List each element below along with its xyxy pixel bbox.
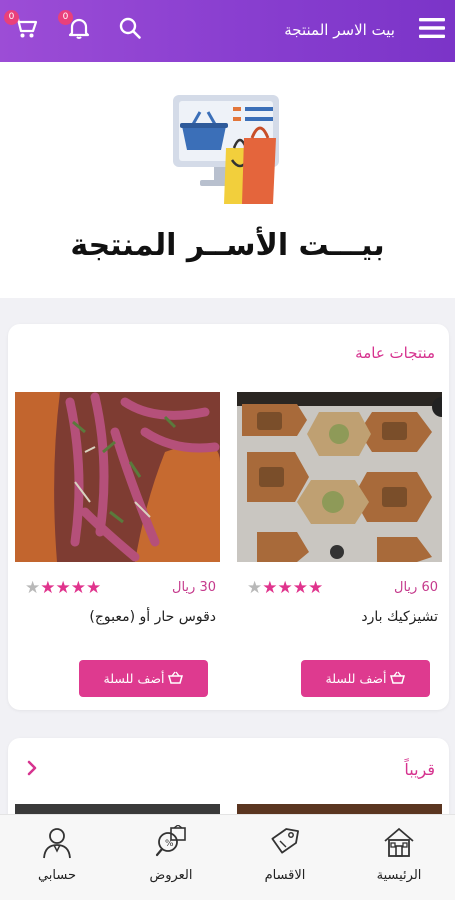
star-icon: ★ xyxy=(277,578,293,598)
star-icon: ★ xyxy=(262,578,278,598)
home-icon xyxy=(382,827,416,863)
add-to-cart-button[interactable]: أضف للسلة xyxy=(79,660,208,697)
product-price: 60 ريال xyxy=(394,580,438,595)
star-icon: ★ xyxy=(55,578,71,598)
product-price: 30 ريال xyxy=(172,580,216,595)
nav-label: الاقسام xyxy=(264,868,306,883)
product-name[interactable]: تشيزكيك بارد xyxy=(361,609,438,625)
search-icon xyxy=(118,16,142,44)
user-icon xyxy=(40,828,74,863)
product-rating: ★★★★★ xyxy=(247,578,323,598)
cart-count-badge: 0 xyxy=(4,10,19,25)
bottom-navigation: الرئيسية الاقسام % العروض حسابي xyxy=(0,814,455,900)
product-name[interactable]: دقوس حار أو (معبوج) xyxy=(89,609,216,625)
svg-text:%: % xyxy=(165,839,174,849)
nav-categories[interactable]: الاقسام xyxy=(240,825,330,883)
star-icon: ★ xyxy=(25,578,41,598)
tag-icon xyxy=(268,828,302,863)
nav-home[interactable]: الرئيسية xyxy=(354,825,444,883)
star-icon: ★ xyxy=(70,578,86,598)
product-image-cheesecake[interactable] xyxy=(237,392,442,562)
nav-label: العروض xyxy=(149,868,193,883)
basket-icon xyxy=(390,671,406,687)
star-icon: ★ xyxy=(247,578,263,598)
top-app-bar: 0 0 بيت الاسر المنتجة xyxy=(0,0,455,62)
search-button[interactable] xyxy=(113,13,147,47)
nav-label: الرئيسية xyxy=(376,868,422,883)
offers-icon: % xyxy=(154,824,188,863)
section-title: قريباً xyxy=(404,760,435,779)
general-products-section: منتجات عامة 60 ريال ★★★★★ تشيزكيك بارد أ… xyxy=(8,324,449,710)
hamburger-menu-icon xyxy=(418,16,446,44)
chevron-right-icon[interactable] xyxy=(26,760,38,780)
star-icon: ★ xyxy=(86,578,102,598)
add-to-cart-button[interactable]: أضف للسلة xyxy=(301,660,430,697)
hero-title: بيـــت الأســر المنتجة xyxy=(70,228,385,263)
star-icon: ★ xyxy=(40,578,56,598)
store-logo-icon xyxy=(170,92,285,210)
nav-label: حسابي xyxy=(37,868,77,883)
section-title: منتجات عامة xyxy=(355,344,435,362)
hero-banner: بيـــت الأســر المنتجة xyxy=(0,62,455,298)
add-to-cart-label: أضف للسلة xyxy=(325,671,387,686)
cart-button[interactable]: 0 xyxy=(4,10,42,47)
star-icon: ★ xyxy=(308,578,324,598)
app-title: بيت الاسر المنتجة xyxy=(284,21,395,39)
product-card[interactable]: 30 ريال ★★★★★ دقوس حار أو (معبوج) أضف لل… xyxy=(15,392,220,697)
notification-count-badge: 0 xyxy=(58,10,73,25)
add-to-cart-label: أضف للسلة xyxy=(103,671,165,686)
nav-offers[interactable]: % العروض xyxy=(126,824,216,883)
menu-button[interactable] xyxy=(415,13,449,47)
basket-icon xyxy=(168,671,184,687)
star-icon: ★ xyxy=(292,578,308,598)
notifications-button[interactable]: 0 xyxy=(58,10,96,47)
product-image-chili-pickle[interactable] xyxy=(15,392,220,562)
product-card[interactable]: 60 ريال ★★★★★ تشيزكيك بارد أضف للسلة xyxy=(237,392,442,697)
nav-account[interactable]: حسابي xyxy=(12,825,102,883)
product-rating: ★★★★★ xyxy=(25,578,101,598)
